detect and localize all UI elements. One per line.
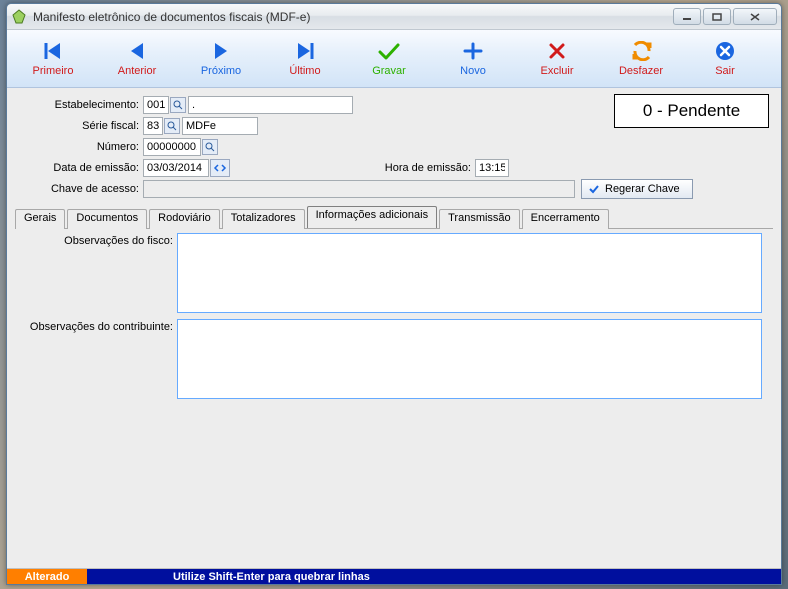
exit-icon xyxy=(711,40,739,62)
sair-button[interactable]: Sair xyxy=(683,33,767,85)
serie-fiscal-input[interactable] xyxy=(143,117,163,135)
obs-contrib-label: Observações do contribuinte: xyxy=(17,319,177,333)
lookup-icon[interactable] xyxy=(170,97,186,113)
window-controls xyxy=(673,8,777,25)
numero-input[interactable] xyxy=(143,138,201,156)
status-hint: Utilize Shift-Enter para quebrar linhas xyxy=(167,569,781,584)
hora-emissao-input[interactable] xyxy=(475,159,509,177)
serie-fiscal-desc-input[interactable] xyxy=(182,117,258,135)
primeiro-button[interactable]: Primeiro xyxy=(11,33,95,85)
content-area: 0 - Pendente Estabelecimento: Série fisc… xyxy=(7,88,781,568)
tab-gerais[interactable]: Gerais xyxy=(15,209,65,229)
data-emissao-label: Data de emissão: xyxy=(15,162,143,174)
tabstrip: Gerais Documentos Rodoviário Totalizador… xyxy=(15,206,779,228)
prev-icon xyxy=(123,40,151,62)
maximize-button[interactable] xyxy=(703,8,731,25)
tab-rodoviario[interactable]: Rodoviário xyxy=(149,209,220,229)
serie-fiscal-label: Série fiscal: xyxy=(15,120,143,132)
tab-totalizadores[interactable]: Totalizadores xyxy=(222,209,305,229)
date-spinner-icon[interactable] xyxy=(210,159,230,177)
estabelecimento-input[interactable] xyxy=(143,96,169,114)
app-icon xyxy=(11,9,27,25)
check-icon xyxy=(375,40,403,62)
numero-label: Número: xyxy=(15,141,143,153)
titlebar: Manifesto eletrônico de documentos fisca… xyxy=(7,4,781,30)
plus-icon xyxy=(459,40,487,62)
excluir-button[interactable]: Excluir xyxy=(515,33,599,85)
regerar-chave-button[interactable]: Regerar Chave xyxy=(581,179,693,199)
refresh-icon xyxy=(627,40,655,62)
tab-documentos[interactable]: Documentos xyxy=(67,209,147,229)
window-title: Manifesto eletrônico de documentos fisca… xyxy=(33,10,673,24)
tab-panel: Observações do fisco: Observações do con… xyxy=(15,228,773,562)
x-icon xyxy=(543,40,571,62)
last-icon xyxy=(291,40,319,62)
minimize-button[interactable] xyxy=(673,8,701,25)
hora-emissao-label: Hora de emissão: xyxy=(380,162,475,174)
anterior-button[interactable]: Anterior xyxy=(95,33,179,85)
desfazer-button[interactable]: Desfazer xyxy=(599,33,683,85)
status-state: Alterado xyxy=(7,569,87,584)
app-window: Manifesto eletrônico de documentos fisca… xyxy=(6,3,782,585)
obs-fisco-label: Observações do fisco: xyxy=(17,233,177,247)
anterior-label: Anterior xyxy=(118,65,157,77)
chave-acesso-label: Chave de acesso: xyxy=(15,183,143,195)
data-emissao-input[interactable] xyxy=(143,159,209,177)
chave-acesso-input xyxy=(143,180,575,198)
proximo-button[interactable]: Próximo xyxy=(179,33,263,85)
status-box: 0 - Pendente xyxy=(614,94,769,128)
ultimo-button[interactable]: Último xyxy=(263,33,347,85)
statusbar: Alterado Utilize Shift-Enter para quebra… xyxy=(7,568,781,584)
estabelecimento-label: Estabelecimento: xyxy=(15,99,143,111)
tab-informacoes-adicionais[interactable]: Informações adicionais xyxy=(307,206,438,228)
estabelecimento-desc-input[interactable] xyxy=(188,96,353,114)
first-icon xyxy=(39,40,67,62)
status-gap xyxy=(87,569,167,584)
obs-fisco-textarea[interactable] xyxy=(177,233,762,313)
proximo-label: Próximo xyxy=(201,65,241,77)
novo-label: Novo xyxy=(460,65,486,77)
tab-transmissao[interactable]: Transmissão xyxy=(439,209,520,229)
form-area: 0 - Pendente Estabelecimento: Série fisc… xyxy=(9,90,779,202)
close-button[interactable] xyxy=(733,8,777,25)
tab-encerramento[interactable]: Encerramento xyxy=(522,209,609,229)
primeiro-label: Primeiro xyxy=(33,65,74,77)
status-text: 0 - Pendente xyxy=(643,101,740,121)
desfazer-label: Desfazer xyxy=(619,65,663,77)
gravar-button[interactable]: Gravar xyxy=(347,33,431,85)
ultimo-label: Último xyxy=(289,65,320,77)
next-icon xyxy=(207,40,235,62)
gravar-label: Gravar xyxy=(372,65,406,77)
novo-button[interactable]: Novo xyxy=(431,33,515,85)
excluir-label: Excluir xyxy=(540,65,573,77)
lookup-icon[interactable] xyxy=(202,139,218,155)
check-small-icon xyxy=(588,183,600,195)
lookup-icon[interactable] xyxy=(164,118,180,134)
regerar-chave-label: Regerar Chave xyxy=(605,183,680,195)
obs-contrib-textarea[interactable] xyxy=(177,319,762,399)
sair-label: Sair xyxy=(715,65,735,77)
toolbar: Primeiro Anterior Próximo Último Gravar xyxy=(7,30,781,88)
